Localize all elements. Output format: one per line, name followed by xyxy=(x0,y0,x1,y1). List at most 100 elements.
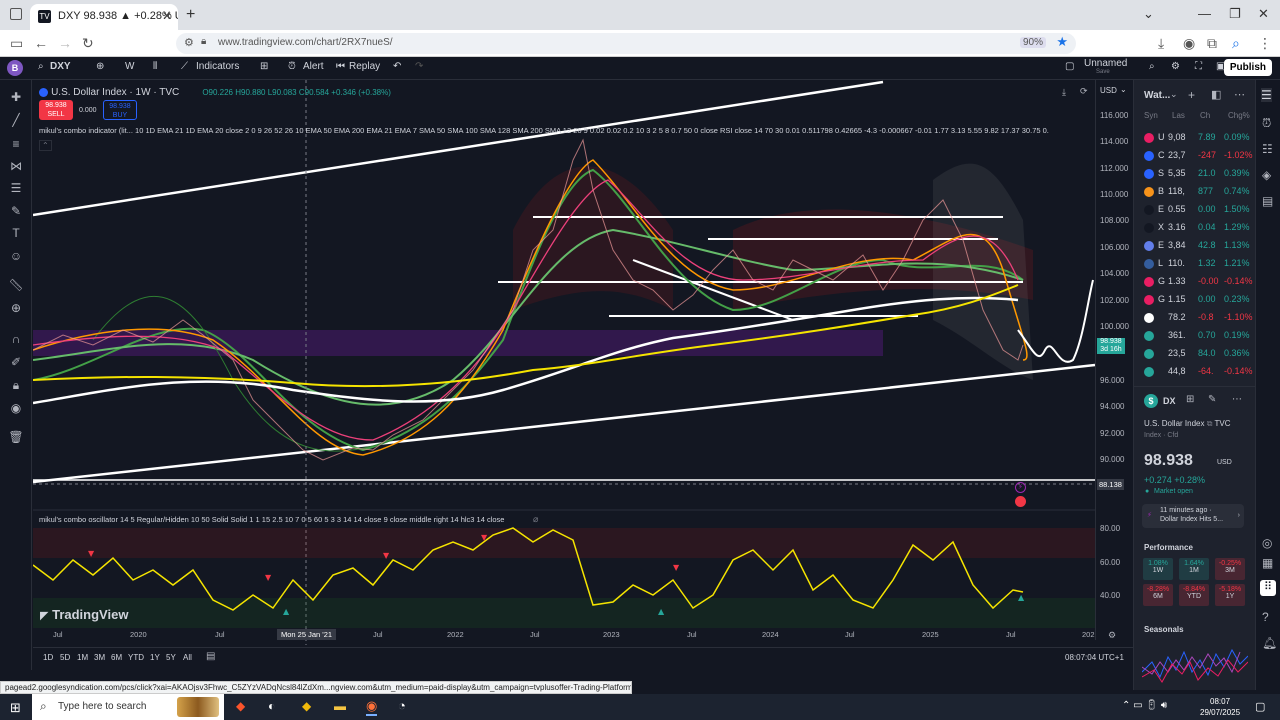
tab-search-icon[interactable]: ⌄ xyxy=(1143,6,1154,22)
sync-icon[interactable]: ⟳ xyxy=(1080,86,1088,97)
performance-title[interactable]: Performance xyxy=(1144,543,1193,552)
zoom-in-icon[interactable]: ⊕ xyxy=(8,301,24,315)
fullscreen-icon[interactable]: ⛶ xyxy=(1195,61,1202,72)
app-icon[interactable]: ◔ xyxy=(398,698,406,713)
ruler-icon[interactable]: 📏︎ xyxy=(8,278,24,292)
file-explorer-icon[interactable]: ▬ xyxy=(334,699,346,713)
range-3m[interactable]: 3M xyxy=(94,653,105,662)
watchlist-row[interactable]: L 110. 1.32 1.21% xyxy=(1134,255,1256,273)
firefox-icon[interactable]: ◉ xyxy=(366,698,378,716)
reload-icon[interactable]: ↻ xyxy=(82,35,94,52)
watchlist-row[interactable]: 44,8 -64. -0.14% xyxy=(1134,363,1256,381)
alerts-manager-icon[interactable]: ⚙ xyxy=(1171,61,1180,72)
range-1m[interactable]: 1M xyxy=(77,653,88,662)
chart-pane[interactable]: ▼ ▼ ▼ ▼ ▼ ▲ ▲ ▲ U.S. Dollar Index · 1W ·… xyxy=(33,80,1095,660)
sell-button[interactable]: 98.938 SELL xyxy=(39,100,73,120)
close-tab-icon[interactable]: ✕ xyxy=(162,9,172,23)
tab-actions-icon[interactable] xyxy=(10,8,22,20)
seasonals-title[interactable]: Seasonals xyxy=(1144,625,1184,634)
hidden-indicator-icon[interactable]: ⌀ xyxy=(533,514,538,525)
flag-marker-icon[interactable] xyxy=(1015,496,1026,507)
range-all[interactable]: All xyxy=(183,653,192,662)
col-change-pct[interactable]: Chg% xyxy=(1228,111,1250,120)
watchlist-row[interactable]: G 1.15 0.00 0.23% xyxy=(1134,291,1256,309)
windows-start-icon[interactable]: ⊞ xyxy=(10,700,21,716)
visibility-icon[interactable]: ◉ xyxy=(8,401,24,415)
layers-icon[interactable]: ◈ xyxy=(1262,168,1271,182)
target-icon[interactable]: ◎ xyxy=(1262,536,1272,550)
clock[interactable]: 08:07:04 UTC+1 xyxy=(1065,653,1124,662)
layout-icon[interactable]: ▢ xyxy=(1065,61,1074,72)
collapse-legend-icon[interactable]: ⌃ xyxy=(39,140,52,151)
symbol-search-icon[interactable]: ⌕ xyxy=(38,61,44,72)
redo-icon[interactable]: ↷ xyxy=(415,61,423,72)
details-symbol[interactable]: DX xyxy=(1163,396,1176,406)
back-icon[interactable]: ← xyxy=(34,35,48,51)
replay-icon[interactable]: ⏮ xyxy=(336,61,345,72)
new-tab-icon[interactable]: + xyxy=(186,6,195,24)
news-card[interactable]: ⚡ 11 minutes ago · Dollar Index Hits 5..… xyxy=(1142,504,1244,528)
trendline-icon[interactable]: ╱ xyxy=(8,113,24,127)
bookmark-star-icon[interactable]: ★ xyxy=(1056,34,1068,50)
notifications-icon[interactable]: 🔔︎ xyxy=(1262,636,1277,650)
replay-button[interactable]: Replay xyxy=(349,61,380,72)
object-tree-icon[interactable]: ☷ xyxy=(1262,142,1273,156)
watchlist-icon[interactable]: ☰ xyxy=(1261,88,1272,102)
more-icon[interactable]: ⋯ xyxy=(1232,394,1242,405)
templates-icon[interactable]: ⊞ xyxy=(260,61,268,72)
quick-search-icon[interactable]: ⌕ xyxy=(1149,61,1155,72)
brave-icon[interactable]: ◆ xyxy=(236,699,245,713)
watchlist-row[interactable]: C 23,7 -247 -1.02% xyxy=(1134,147,1256,165)
more-icon[interactable]: ⋯ xyxy=(1234,88,1245,101)
seasonals-chart[interactable] xyxy=(1142,642,1248,688)
alert-button[interactable]: Alert xyxy=(303,61,324,72)
watchlist-title[interactable]: Wat... xyxy=(1144,90,1170,101)
zoom-level[interactable]: 90% xyxy=(1019,37,1046,48)
calendar-icon[interactable]: ▦ xyxy=(1262,556,1273,570)
range-1d[interactable]: 1D xyxy=(43,653,53,662)
col-symbol[interactable]: Syn xyxy=(1144,111,1158,120)
scroll-to-realtime-icon[interactable]: ⤓ xyxy=(1062,87,1066,98)
alert-marker-icon[interactable]: ⚡ xyxy=(1015,482,1026,493)
time-axis[interactable]: Jul 2020 Jul Mon 25 Jan '21 Jul 2022 Jul… xyxy=(33,629,1095,644)
indicators-icon[interactable]: ⟋ xyxy=(181,61,188,72)
chart-type-icon[interactable]: ⫴ xyxy=(153,61,157,72)
watchlist-row[interactable]: G 1.33 -0.00 -0.14% xyxy=(1134,273,1256,291)
advanced-view-icon[interactable]: ◧ xyxy=(1211,88,1221,101)
cursor-icon[interactable]: ✚ xyxy=(8,90,24,104)
channel-upper-line[interactable] xyxy=(33,80,884,217)
indicator-legend-2[interactable]: mikul's combo oscillator 14 5 Regular/Hi… xyxy=(39,515,739,524)
taskbar-search[interactable]: ⌕ Type here to search xyxy=(32,694,224,720)
prediction-icon[interactable]: ☰ xyxy=(8,181,24,195)
indicators-button[interactable]: Indicators xyxy=(196,61,239,72)
app-icon[interactable]: ◐ xyxy=(268,699,275,713)
search-lens-icon[interactable]: ⌕ xyxy=(1232,35,1240,52)
site-info-icon[interactable]: ⚙ xyxy=(184,36,194,49)
watchlist-row[interactable]: X 3.16 0.04 1.29% xyxy=(1134,219,1256,237)
alerts-icon[interactable]: ⏰︎ xyxy=(1262,116,1271,131)
watchlist-row[interactable]: E 0.55 0.00 1.50% xyxy=(1134,201,1256,219)
legend-title[interactable]: U.S. Dollar Index · 1W · TVC xyxy=(51,87,179,98)
menu-icon[interactable]: ⋮ xyxy=(1258,35,1272,52)
brush-icon[interactable]: ✎ xyxy=(8,204,24,218)
buy-button[interactable]: 98.938 BUY xyxy=(103,100,137,120)
pattern-icon[interactable]: ⋈ xyxy=(8,159,24,173)
price-axis[interactable]: USD ⌄ 116.000 114.000 112.000 110.000 10… xyxy=(1095,80,1133,640)
watchlist-row[interactable]: B 118, 877 0.74% xyxy=(1134,183,1256,201)
symbol-search[interactable]: DXY xyxy=(50,61,71,72)
notification-center-icon[interactable]: ▢ xyxy=(1255,700,1265,713)
currency-select[interactable]: USD xyxy=(1100,86,1117,95)
browser-tab[interactable]: TV DXY 98.938 ▲ +0.28% Unname ✕ xyxy=(30,4,178,30)
range-6m[interactable]: 6M xyxy=(111,653,122,662)
sidebar-icon[interactable]: ▭ xyxy=(10,35,23,52)
chat-icon[interactable]: ▤ xyxy=(1262,194,1273,208)
help-icon[interactable]: ? xyxy=(1262,610,1269,624)
profile-icon[interactable]: ◉ xyxy=(1183,35,1195,52)
extensions-icon[interactable]: ⧉ xyxy=(1207,35,1217,52)
chart-settings-icon[interactable]: ⚙ xyxy=(1108,630,1116,641)
layout-grid-icon[interactable]: ⊞ xyxy=(1186,394,1194,405)
layout-name[interactable]: Unnamed xyxy=(1084,58,1127,69)
compare-symbol-icon[interactable]: ⊕ xyxy=(96,61,104,72)
grid-apps-icon[interactable]: ⠿ xyxy=(1260,580,1276,596)
range-5y[interactable]: 5Y xyxy=(166,653,176,662)
